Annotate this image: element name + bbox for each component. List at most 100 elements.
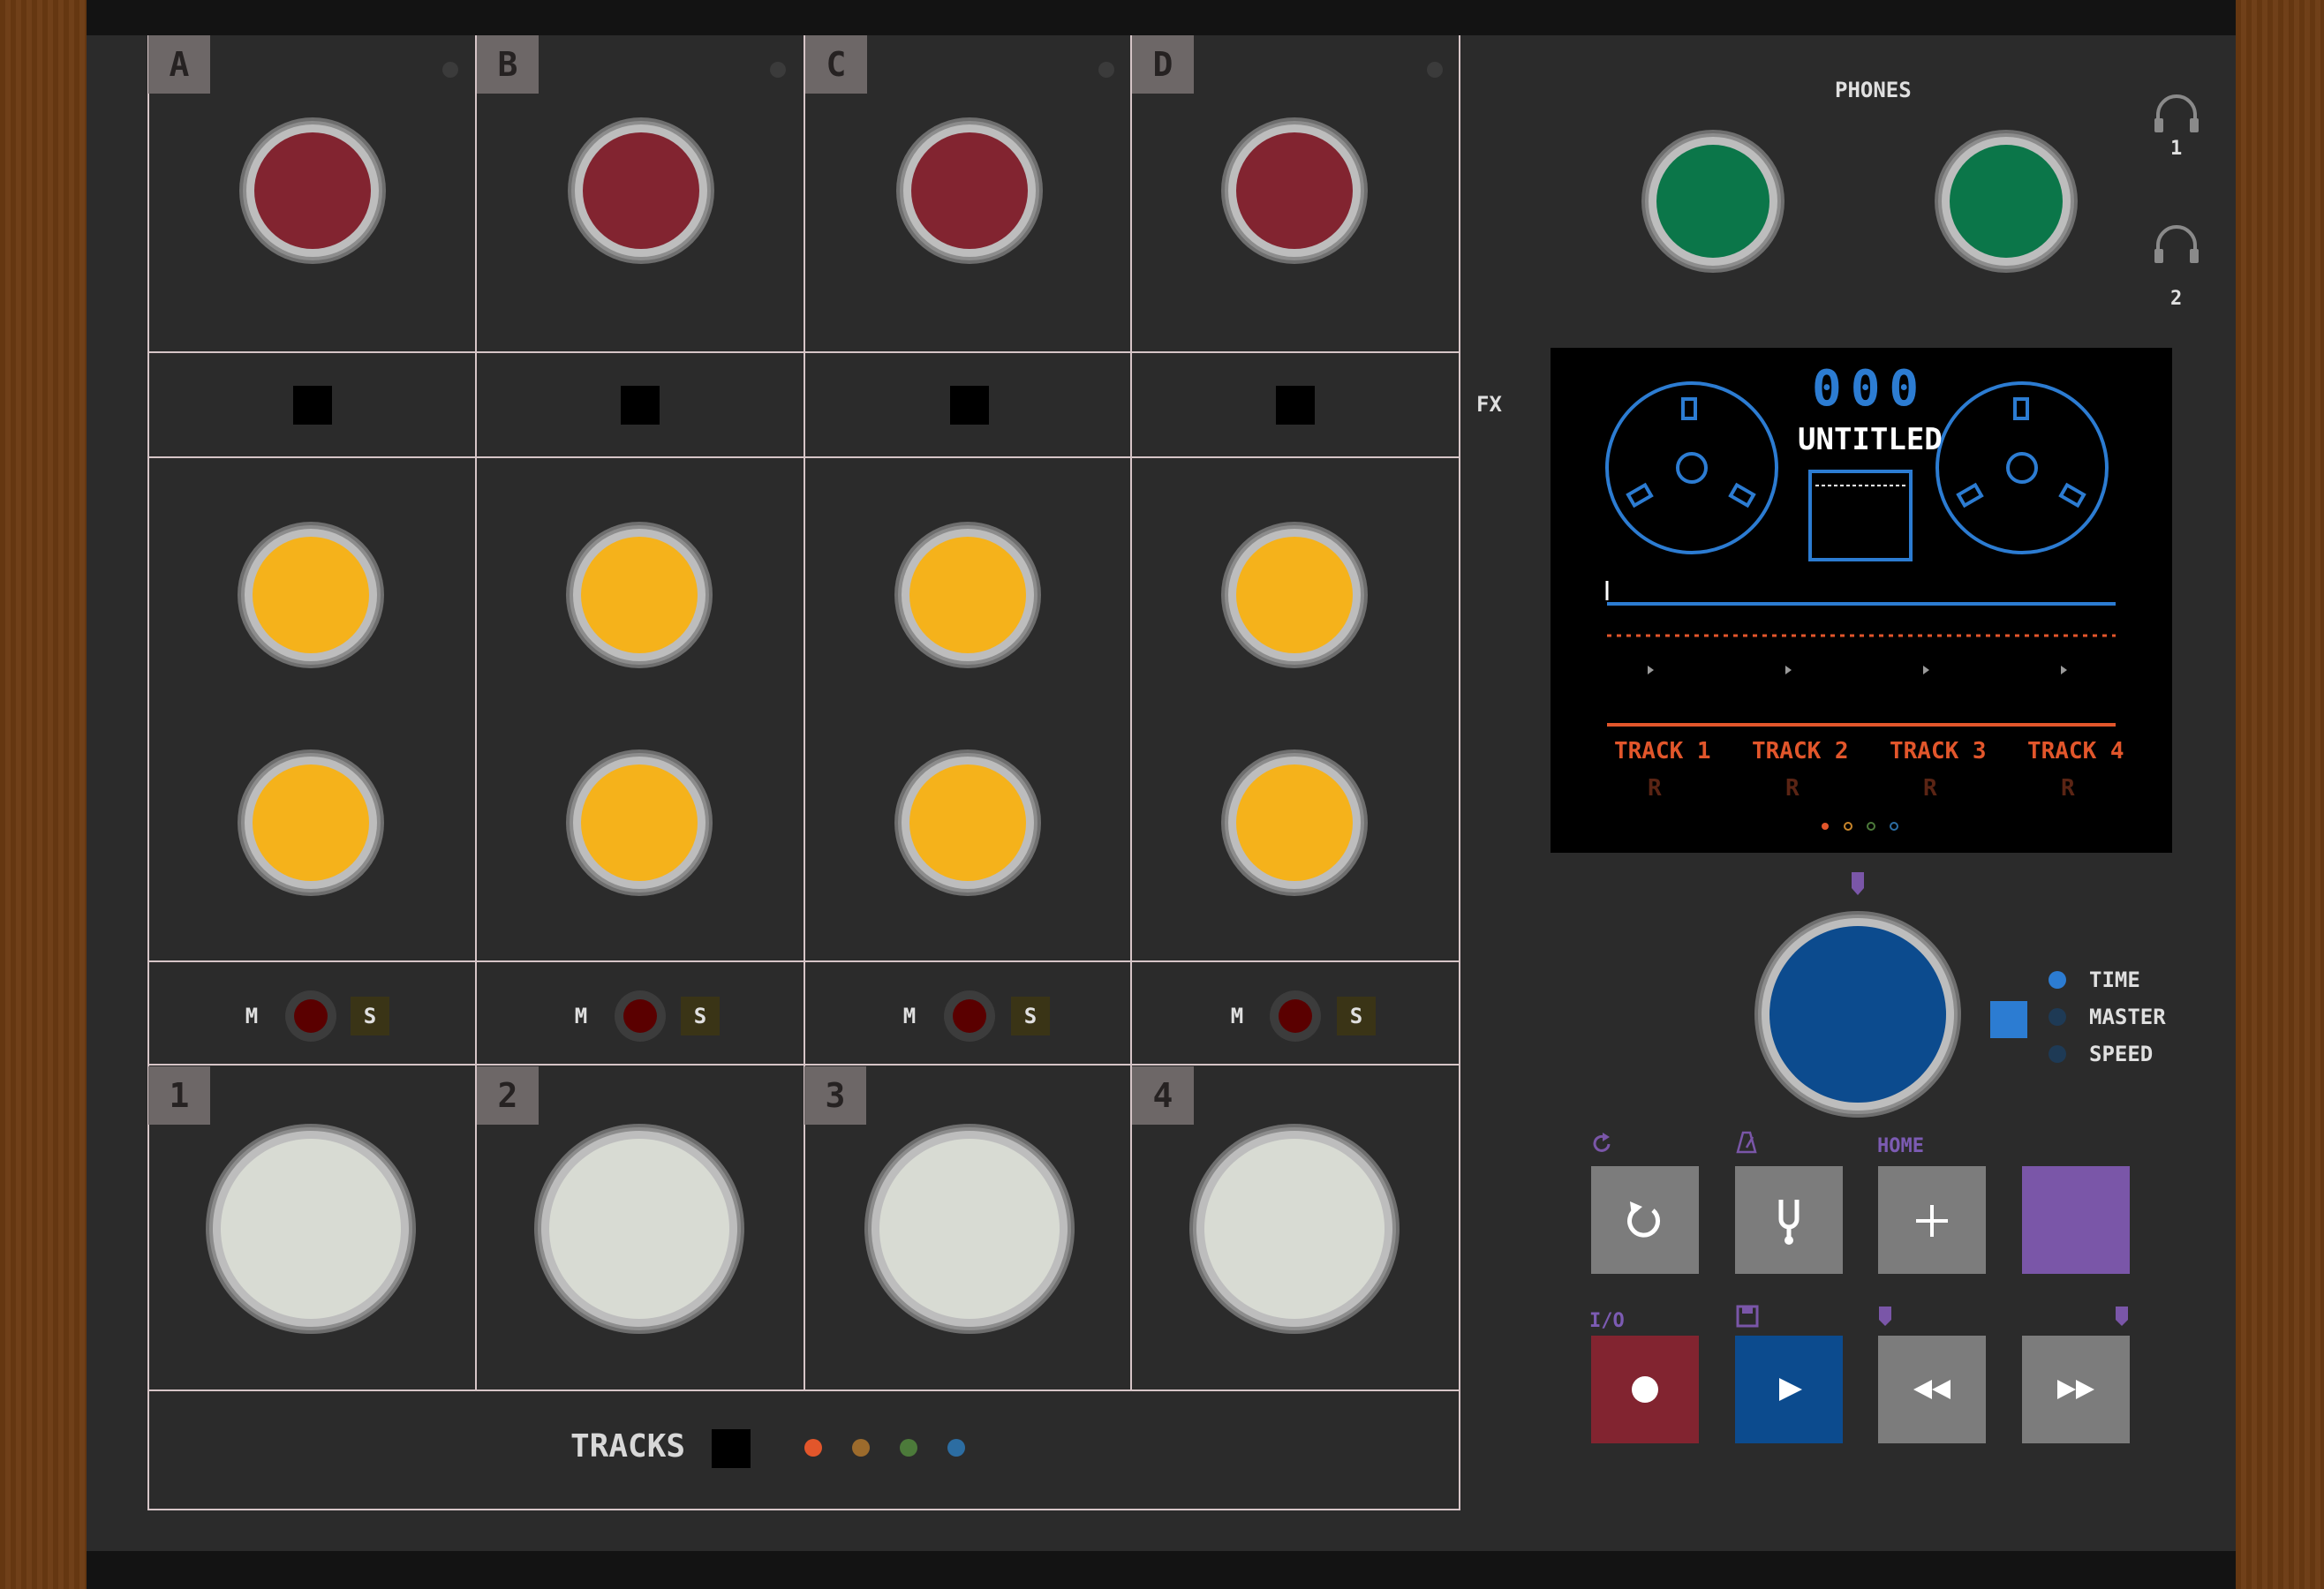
grid-line	[147, 960, 1460, 962]
right-wood-side	[2236, 0, 2324, 1589]
channel-a-label: A	[148, 35, 210, 94]
grid-line	[147, 456, 1460, 458]
channel-a-eq-high-knob[interactable]	[241, 525, 381, 665]
mode-label-time[interactable]: TIME	[2089, 968, 2140, 992]
track-2-label: 2	[477, 1066, 539, 1125]
rewind-button[interactable]	[1878, 1336, 1986, 1443]
channel-b-led	[770, 62, 786, 78]
mode-indicator-time	[2049, 971, 2066, 989]
channel-a-gain-knob[interactable]	[243, 121, 382, 260]
channel-c-label: C	[805, 35, 867, 94]
display-track-1-arm: R	[1648, 775, 1662, 802]
channel-a-mute-button[interactable]: M	[236, 1000, 268, 1032]
bottom-rail	[87, 1551, 2236, 1589]
track-2-volume-knob[interactable]	[538, 1127, 741, 1330]
channel-a-pan-knob[interactable]	[285, 990, 336, 1042]
undo-icon	[1627, 1201, 1661, 1238]
channel-b-gain-knob[interactable]	[571, 121, 711, 260]
play-icon	[1779, 1378, 1802, 1401]
track-4-label: 4	[1132, 1066, 1194, 1125]
channel-c-eq-low-knob[interactable]	[898, 753, 1038, 892]
grid-line	[147, 1389, 1460, 1391]
display-track-2-arm: R	[1785, 775, 1800, 802]
mode-label-speed[interactable]: SPEED	[2089, 1042, 2153, 1066]
headphones-1-number: 1	[2170, 138, 2183, 160]
grid-line	[804, 35, 805, 1390]
display-track-3-name: TRACK 3	[1890, 738, 1987, 764]
track-3-volume-knob[interactable]	[868, 1127, 1071, 1330]
channel-c-gain-knob[interactable]	[900, 121, 1039, 260]
track-4-volume-knob[interactable]	[1193, 1127, 1396, 1330]
rewind-icon	[1913, 1380, 1950, 1399]
encoder-marker-icon	[1852, 872, 1864, 895]
channel-c-solo-button[interactable]: S	[1011, 997, 1050, 1035]
channel-b-eq-low-knob[interactable]	[570, 753, 709, 892]
tuner-button[interactable]	[1735, 1166, 1843, 1274]
track-dot-4	[947, 1439, 965, 1457]
grid-line	[1130, 35, 1132, 1390]
tape-counter: 000	[1812, 360, 1928, 418]
track-3-label: 3	[804, 1066, 866, 1125]
loop-end-marker-icon	[2116, 1307, 2128, 1326]
undo-button[interactable]	[1591, 1166, 1699, 1274]
project-title: UNTITLED	[1798, 422, 1943, 457]
loop-start-marker-icon	[1879, 1307, 1891, 1326]
phones-1-knob[interactable]	[1645, 133, 1781, 269]
grid-line	[475, 35, 477, 1390]
record-icon	[1632, 1376, 1658, 1403]
metronome-icon	[1734, 1130, 1759, 1155]
channel-d-eq-high-knob[interactable]	[1225, 525, 1364, 665]
grid-line	[147, 351, 1460, 353]
fx-label: FX	[1476, 392, 1502, 417]
channel-b-eq-high-knob[interactable]	[570, 525, 709, 665]
play-button[interactable]	[1735, 1336, 1843, 1443]
channel-a-solo-button[interactable]: S	[351, 997, 389, 1035]
tape-display: 000 UNTITLED TRACK 1 TRACK 2 TRACK 3 TRA…	[1551, 348, 2172, 853]
channel-a-fx-send-button[interactable]	[293, 386, 332, 425]
channel-d-fx-send-button[interactable]	[1276, 386, 1315, 425]
channel-c-eq-high-knob[interactable]	[898, 525, 1038, 665]
channel-c-mute-button[interactable]: M	[894, 1000, 925, 1032]
left-wood-side	[0, 0, 87, 1589]
channel-d-label: D	[1132, 35, 1194, 94]
top-rail	[87, 0, 2236, 35]
fast-forward-button[interactable]	[2022, 1336, 2130, 1443]
channel-d-mute-button[interactable]: M	[1221, 1000, 1253, 1032]
mode-indicator-speed	[2049, 1045, 2066, 1063]
mode-label-master[interactable]: MASTER	[2089, 1005, 2166, 1029]
channel-b-mute-button[interactable]: M	[565, 1000, 597, 1032]
mode-indicator-master	[2049, 1008, 2066, 1026]
channel-c-fx-send-button[interactable]	[950, 386, 989, 425]
channel-b-fx-send-button[interactable]	[621, 386, 660, 425]
channel-b-solo-button[interactable]: S	[681, 997, 720, 1035]
grid-line	[147, 1509, 1460, 1510]
io-label: I/O	[1589, 1310, 1625, 1332]
add-marker-button[interactable]	[1878, 1166, 1986, 1274]
record-button[interactable]	[1591, 1336, 1699, 1443]
channel-d-pan-knob[interactable]	[1270, 990, 1321, 1042]
channel-a-eq-low-knob[interactable]	[241, 753, 381, 892]
channel-d-solo-button[interactable]: S	[1337, 997, 1376, 1035]
channel-c-pan-knob[interactable]	[944, 990, 995, 1042]
headphones-2-number: 2	[2170, 288, 2183, 310]
phones-label: PHONES	[1835, 78, 1912, 102]
track-1-volume-knob[interactable]	[209, 1127, 412, 1330]
plus-icon	[1916, 1205, 1948, 1237]
display-track-4-name: TRACK 4	[2027, 738, 2124, 764]
shift-button[interactable]	[2022, 1166, 2130, 1274]
phones-2-knob[interactable]	[1938, 133, 2074, 269]
display-track-3-arm: R	[1923, 775, 1937, 802]
tracks-label: TRACKS	[570, 1428, 686, 1465]
channel-d-gain-knob[interactable]	[1225, 121, 1364, 260]
mode-select-button[interactable]	[1990, 1001, 2027, 1038]
channel-a-led	[442, 62, 458, 78]
grid-line	[147, 1064, 1460, 1066]
channel-b-label: B	[477, 35, 539, 94]
channel-b-pan-knob[interactable]	[615, 990, 666, 1042]
main-encoder-knob[interactable]	[1758, 915, 1958, 1114]
tracks-select-button[interactable]	[712, 1429, 751, 1468]
channel-d-eq-low-knob[interactable]	[1225, 753, 1364, 892]
grid-line	[1459, 35, 1460, 1510]
track-dot-2	[852, 1439, 870, 1457]
channel-d-led	[1427, 62, 1443, 78]
